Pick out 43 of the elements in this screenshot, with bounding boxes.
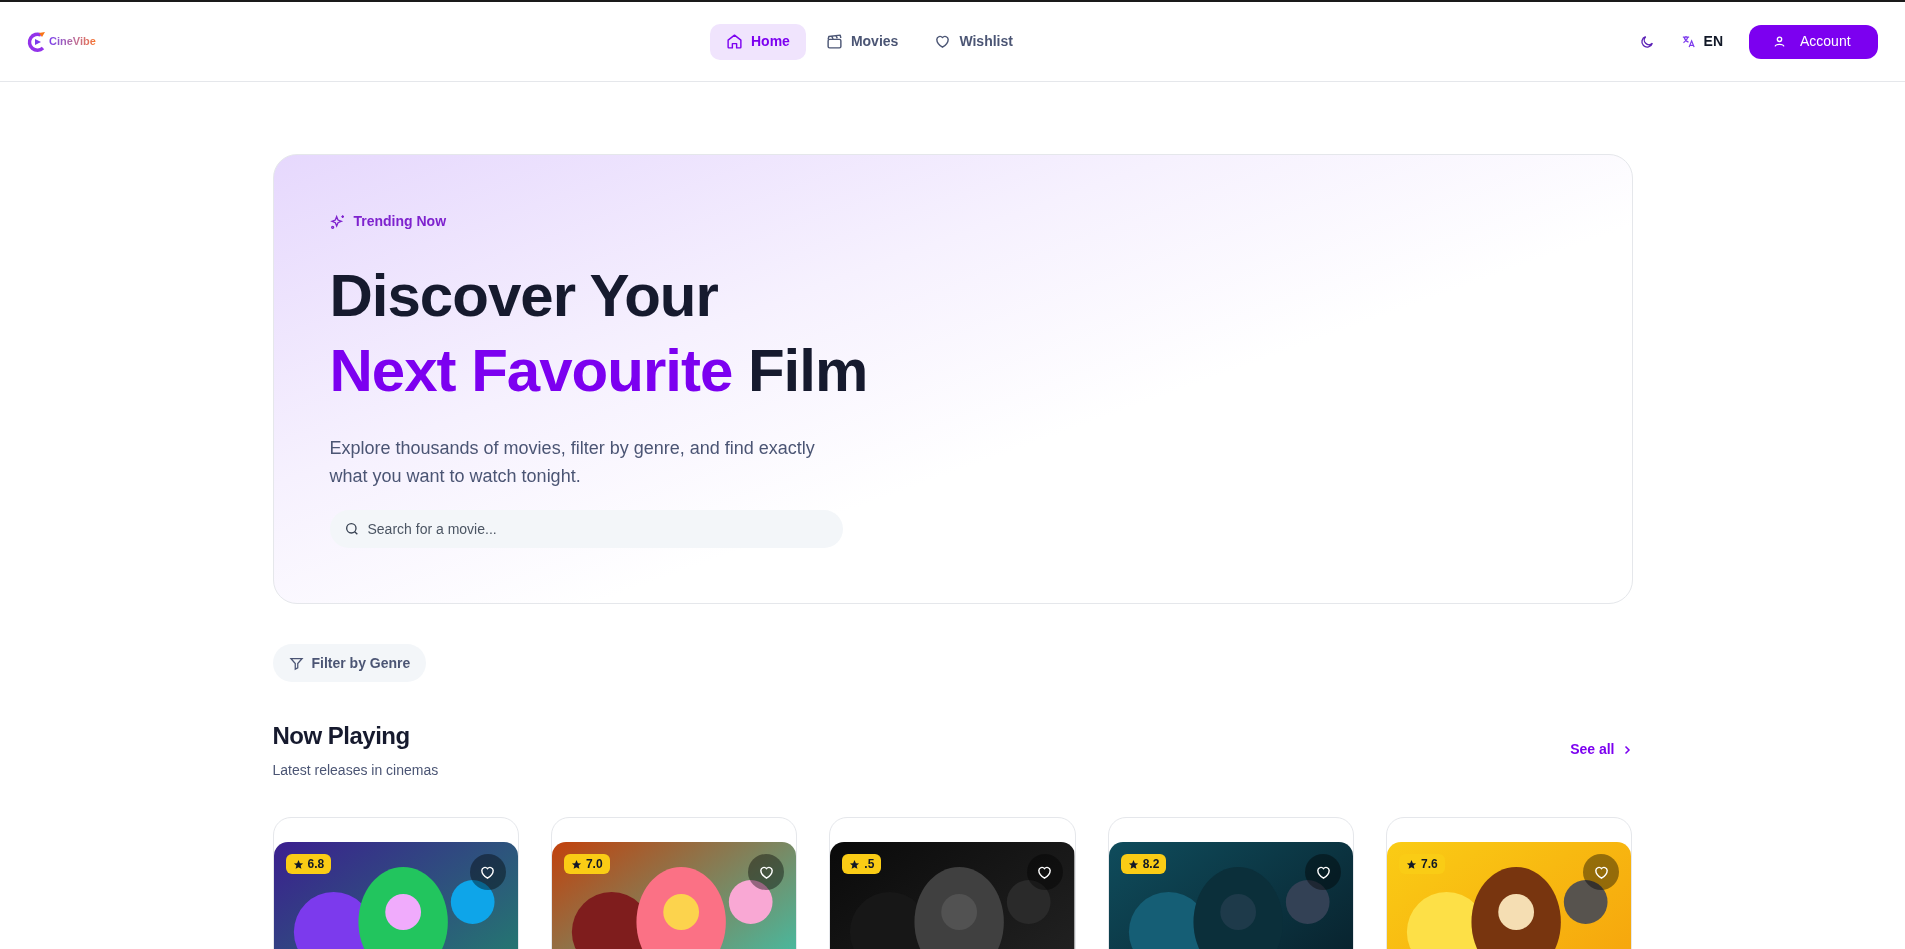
- star-icon: [570, 858, 582, 870]
- wishlist-button[interactable]: [1026, 854, 1063, 890]
- star-icon: [1406, 858, 1418, 870]
- section-title: Now Playing: [272, 721, 411, 751]
- nav-tab[interactable]: Wishlist: [918, 23, 1029, 60]
- trending-label: Trending Now: [353, 212, 447, 231]
- nav-tab[interactable]: Home: [710, 23, 806, 60]
- logo-icon: [27, 30, 47, 53]
- filter-icon: [288, 655, 304, 671]
- clapperboard-icon: [825, 33, 843, 50]
- wishlist-button[interactable]: [748, 854, 785, 890]
- home-icon: [726, 33, 743, 50]
- moon-icon[interactable]: [1638, 33, 1655, 50]
- search-field[interactable]: Search for a movie...: [329, 510, 843, 548]
- search-icon: [343, 521, 360, 537]
- filter-button[interactable]: Filter by Genre: [272, 644, 427, 682]
- sparkles-icon: [329, 213, 346, 230]
- hero-heading: Discover Your Next Favourite Film: [329, 261, 869, 406]
- rating-badge: 6.8: [285, 854, 332, 874]
- language-button[interactable]: EN: [1668, 25, 1735, 58]
- hero-description: Explore thousands of movies, filter by genre, and find exactly what you want to watch tonight.: [329, 437, 816, 488]
- movie-card[interactable]: 8.2: [1107, 817, 1355, 949]
- star-icon: [292, 858, 304, 870]
- nav-tab[interactable]: Movies: [809, 23, 915, 60]
- star-icon: [1127, 858, 1139, 870]
- heart-icon: [934, 33, 952, 50]
- rating-badge: 8.2: [1120, 854, 1167, 874]
- movie-card[interactable]: 6.8: [272, 817, 519, 949]
- section-subtitle: Latest releases in cinemas: [272, 761, 439, 780]
- wishlist-button[interactable]: [1583, 854, 1620, 890]
- account-button[interactable]: Account: [1749, 24, 1878, 59]
- rating-badge: 7.6: [1399, 854, 1445, 874]
- rating-badge: .5: [842, 854, 882, 874]
- movie-card[interactable]: .5: [829, 817, 1076, 949]
- see-all-link[interactable]: See all: [1570, 739, 1633, 760]
- wishlist-button[interactable]: [469, 854, 506, 890]
- movie-card[interactable]: 7.6: [1386, 817, 1633, 949]
- translate-icon: [1680, 34, 1696, 49]
- rating-badge: 7.0: [563, 854, 610, 874]
- movie-card[interactable]: 7.0: [550, 817, 798, 949]
- star-icon: [849, 858, 861, 870]
- user-icon: [1773, 35, 1786, 48]
- wishlist-button[interactable]: [1305, 854, 1342, 890]
